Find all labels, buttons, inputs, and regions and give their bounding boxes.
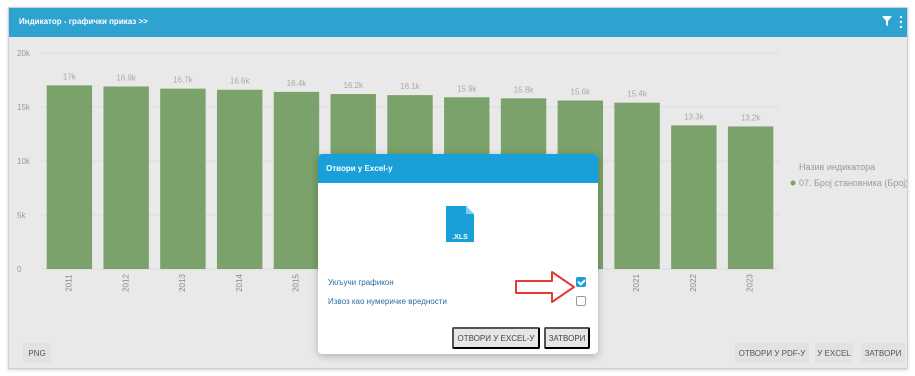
open-pdf-button[interactable]: ОТВОРИ У PDF-У <box>735 343 809 363</box>
legend-marker <box>790 180 796 186</box>
kebab-menu-icon[interactable] <box>898 15 904 29</box>
filter-icon[interactable] <box>881 15 893 27</box>
y-tick-label: 10k <box>17 157 31 166</box>
bar <box>216 89 263 269</box>
legend-entry: 07. Број становника (Број) <box>799 178 908 188</box>
dialog-title: Отвори у Excel-у <box>318 154 598 183</box>
bar <box>103 86 149 269</box>
x-tick-label: 2012 <box>121 274 130 292</box>
data-label: 16.2k <box>343 81 364 90</box>
y-tick-label: 15k <box>17 103 31 112</box>
bar <box>671 125 717 269</box>
close-button[interactable]: ЗАТВОРИ <box>861 343 905 363</box>
bar <box>273 91 320 269</box>
excel-button[interactable]: У EXCEL <box>815 343 853 363</box>
y-tick-label: 20k <box>17 49 31 58</box>
data-label: 13.2k <box>741 113 762 122</box>
check-icon <box>577 277 586 286</box>
red-arrow-annotation <box>515 271 575 303</box>
x-tick-label: 2022 <box>689 274 698 292</box>
chart-header-title[interactable]: Индикатор - графички приказ >> <box>19 17 148 26</box>
include-chart-label: Укључи графикон <box>328 278 394 287</box>
x-tick-label: 2014 <box>235 274 244 292</box>
bar <box>727 126 774 269</box>
bar <box>46 85 93 270</box>
data-label: 17k <box>63 72 77 81</box>
open-in-excel-button[interactable]: ОТВОРИ У EXCEL-У <box>452 327 540 349</box>
data-label: 16.4k <box>287 79 308 88</box>
excel-export-dialog: Отвори у Excel-у .XLS Укључи графикон Из… <box>318 154 598 354</box>
numeric-export-checkbox[interactable] <box>576 296 586 306</box>
legend-title: Назив индикатора <box>799 162 875 172</box>
chart-window: Индикатор - графички приказ >> 0 5k 10k 15k… <box>8 7 908 369</box>
data-label: 16.7k <box>173 76 194 85</box>
chart-header: Индикатор - графички приказ >> <box>9 8 907 37</box>
x-tick-label: 2011 <box>64 274 73 292</box>
data-label: 15.4k <box>627 90 648 99</box>
numeric-export-label: Извоз као нумеричке вредности <box>328 297 447 306</box>
dialog-close-button[interactable]: ЗАТВОРИ <box>544 327 590 349</box>
data-label: 13.3k <box>684 112 705 121</box>
y-tick-label: 5k <box>17 211 26 220</box>
x-tick-label: 2021 <box>632 274 641 292</box>
y-tick-label: 0 <box>17 265 22 274</box>
data-label: 15.8k <box>514 85 535 94</box>
data-label: 16.1k <box>400 82 421 91</box>
bar <box>160 88 206 269</box>
data-label: 15.9k <box>457 84 478 93</box>
data-label: 16.9k <box>116 73 137 82</box>
png-button[interactable]: PNG <box>23 343 51 363</box>
data-label: 16.6k <box>230 77 251 86</box>
include-chart-checkbox[interactable] <box>576 277 586 287</box>
x-tick-label: 2015 <box>292 274 301 292</box>
bar <box>614 102 660 270</box>
xls-file-label: .XLS <box>452 234 468 241</box>
data-label: 15.6k <box>571 88 592 97</box>
x-tick-label: 2023 <box>746 274 755 292</box>
x-tick-label: 2013 <box>178 274 187 292</box>
